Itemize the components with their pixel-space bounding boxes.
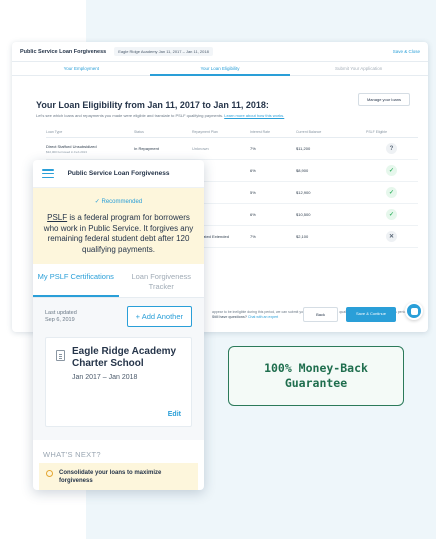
loan-subtext: $32,000 borrowed in Feb 2013: [46, 149, 87, 154]
table-header: Loan Type Status Repayment Plan Interest…: [46, 126, 418, 138]
interest-rate: 6%: [250, 168, 256, 173]
recommended-banner: ✓ Recommended PSLF is a federal program …: [33, 188, 204, 264]
employment-dates: Jan 2017 – Jan 2018: [72, 374, 138, 381]
add-another-button[interactable]: + Add Another: [126, 306, 192, 327]
chat-expert-link[interactable]: Chat with an expert: [248, 315, 278, 319]
unknown-status-icon[interactable]: ?: [386, 143, 397, 154]
save-close-link[interactable]: Save & Close: [393, 49, 420, 54]
column-header: Status: [134, 129, 144, 134]
mobile-title: Public Service Loan Forgiveness: [67, 170, 170, 177]
pslf-abbreviation[interactable]: PSLF: [47, 213, 67, 222]
learn-more-link[interactable]: Learn more about how this works.: [224, 113, 284, 118]
column-header: Current Balance: [296, 129, 322, 134]
money-back-guarantee-badge: 100% Money-Back Guarantee: [228, 346, 404, 406]
mobile-window: Public Service Loan Forgiveness ✓ Recomm…: [33, 160, 204, 490]
save-continue-button[interactable]: Save & Continue: [345, 307, 396, 322]
program-description: PSLF is a federal program for borrowers …: [43, 213, 194, 254]
current-balance: $10,500: [296, 212, 311, 217]
eligible-check-icon: ✓: [386, 187, 397, 198]
column-header: Repayment Plan: [192, 129, 218, 134]
tab-submit-application[interactable]: Submit Your Application: [289, 62, 428, 75]
interest-rate: 5%: [250, 190, 256, 195]
current-balance: $8,900: [296, 168, 309, 173]
whats-next-heading: WHAT'S NEXT?: [43, 450, 101, 459]
active-tab-indicator: [150, 74, 290, 76]
eligible-check-icon: ✓: [386, 165, 397, 176]
period-chip[interactable]: Eagle Ridge Academy Jan 11, 2017 – Jan 1…: [114, 47, 213, 56]
table-row[interactable]: Direct Stafford Unsubsidized $32,000 borr…: [46, 138, 418, 160]
current-balance: $11,200: [296, 146, 311, 151]
interest-rate: 6%: [250, 212, 256, 217]
current-balance: $2,100: [296, 234, 309, 239]
column-header: PSLF Eligible: [366, 129, 388, 134]
app-title: Public Service Loan Forgiveness: [20, 48, 107, 55]
repayment-plan: Unknown: [192, 146, 209, 151]
hamburger-menu-icon[interactable]: [42, 169, 54, 178]
certification-card[interactable]: Eagle Ridge Academy Charter School Jan 2…: [45, 337, 192, 427]
loan-status: In Repayment: [134, 146, 159, 151]
document-icon: [56, 350, 65, 361]
manage-loans-button[interactable]: Manage your loans: [357, 93, 410, 106]
interest-rate: 7%: [250, 146, 256, 151]
tab-my-certifications[interactable]: My PSLF Certifications: [33, 264, 119, 297]
column-header: Loan Type: [46, 129, 63, 134]
desktop-header: Public Service Loan Forgiveness Eagle Ri…: [12, 42, 428, 62]
page-subtitle: Let's see which loans and repayments you…: [36, 113, 285, 118]
column-header: Interest Rate: [250, 129, 271, 134]
employer-name: Eagle Ridge Academy Charter School: [72, 346, 177, 369]
guarantee-text: 100% Money-Back Guarantee: [264, 361, 368, 390]
loan-type: Direct Stafford Unsubsidized: [46, 143, 97, 149]
current-balance: $12,900: [296, 190, 311, 195]
chat-icon[interactable]: [405, 302, 423, 320]
ineligible-x-icon: ✕: [386, 231, 397, 242]
eligible-check-icon: ✓: [386, 209, 397, 220]
mobile-header: Public Service Loan Forgiveness: [33, 160, 204, 188]
step-circle-icon: [46, 470, 53, 477]
last-updated: Last updated Sep 6, 2019: [45, 309, 77, 323]
certifications-section: Last updated Sep 6, 2019 + Add Another E…: [33, 298, 204, 440]
mobile-tabs: My PSLF Certifications Loan Forgiveness …: [33, 264, 204, 298]
interest-rate: 7%: [250, 234, 256, 239]
back-button[interactable]: Back: [303, 307, 338, 322]
step-tabs: Your Employment Your Loan Eligibility Su…: [12, 62, 428, 76]
tab-employment[interactable]: Your Employment: [12, 62, 151, 75]
recommended-label: ✓ Recommended: [94, 199, 143, 205]
tab-forgiveness-tracker[interactable]: Loan Forgiveness Tracker: [119, 264, 205, 297]
edit-link[interactable]: Edit: [168, 411, 181, 418]
footer-actions: Back Save & Continue: [303, 307, 396, 322]
next-step-item[interactable]: Consolidate your loans to maximize forgi…: [39, 463, 198, 490]
